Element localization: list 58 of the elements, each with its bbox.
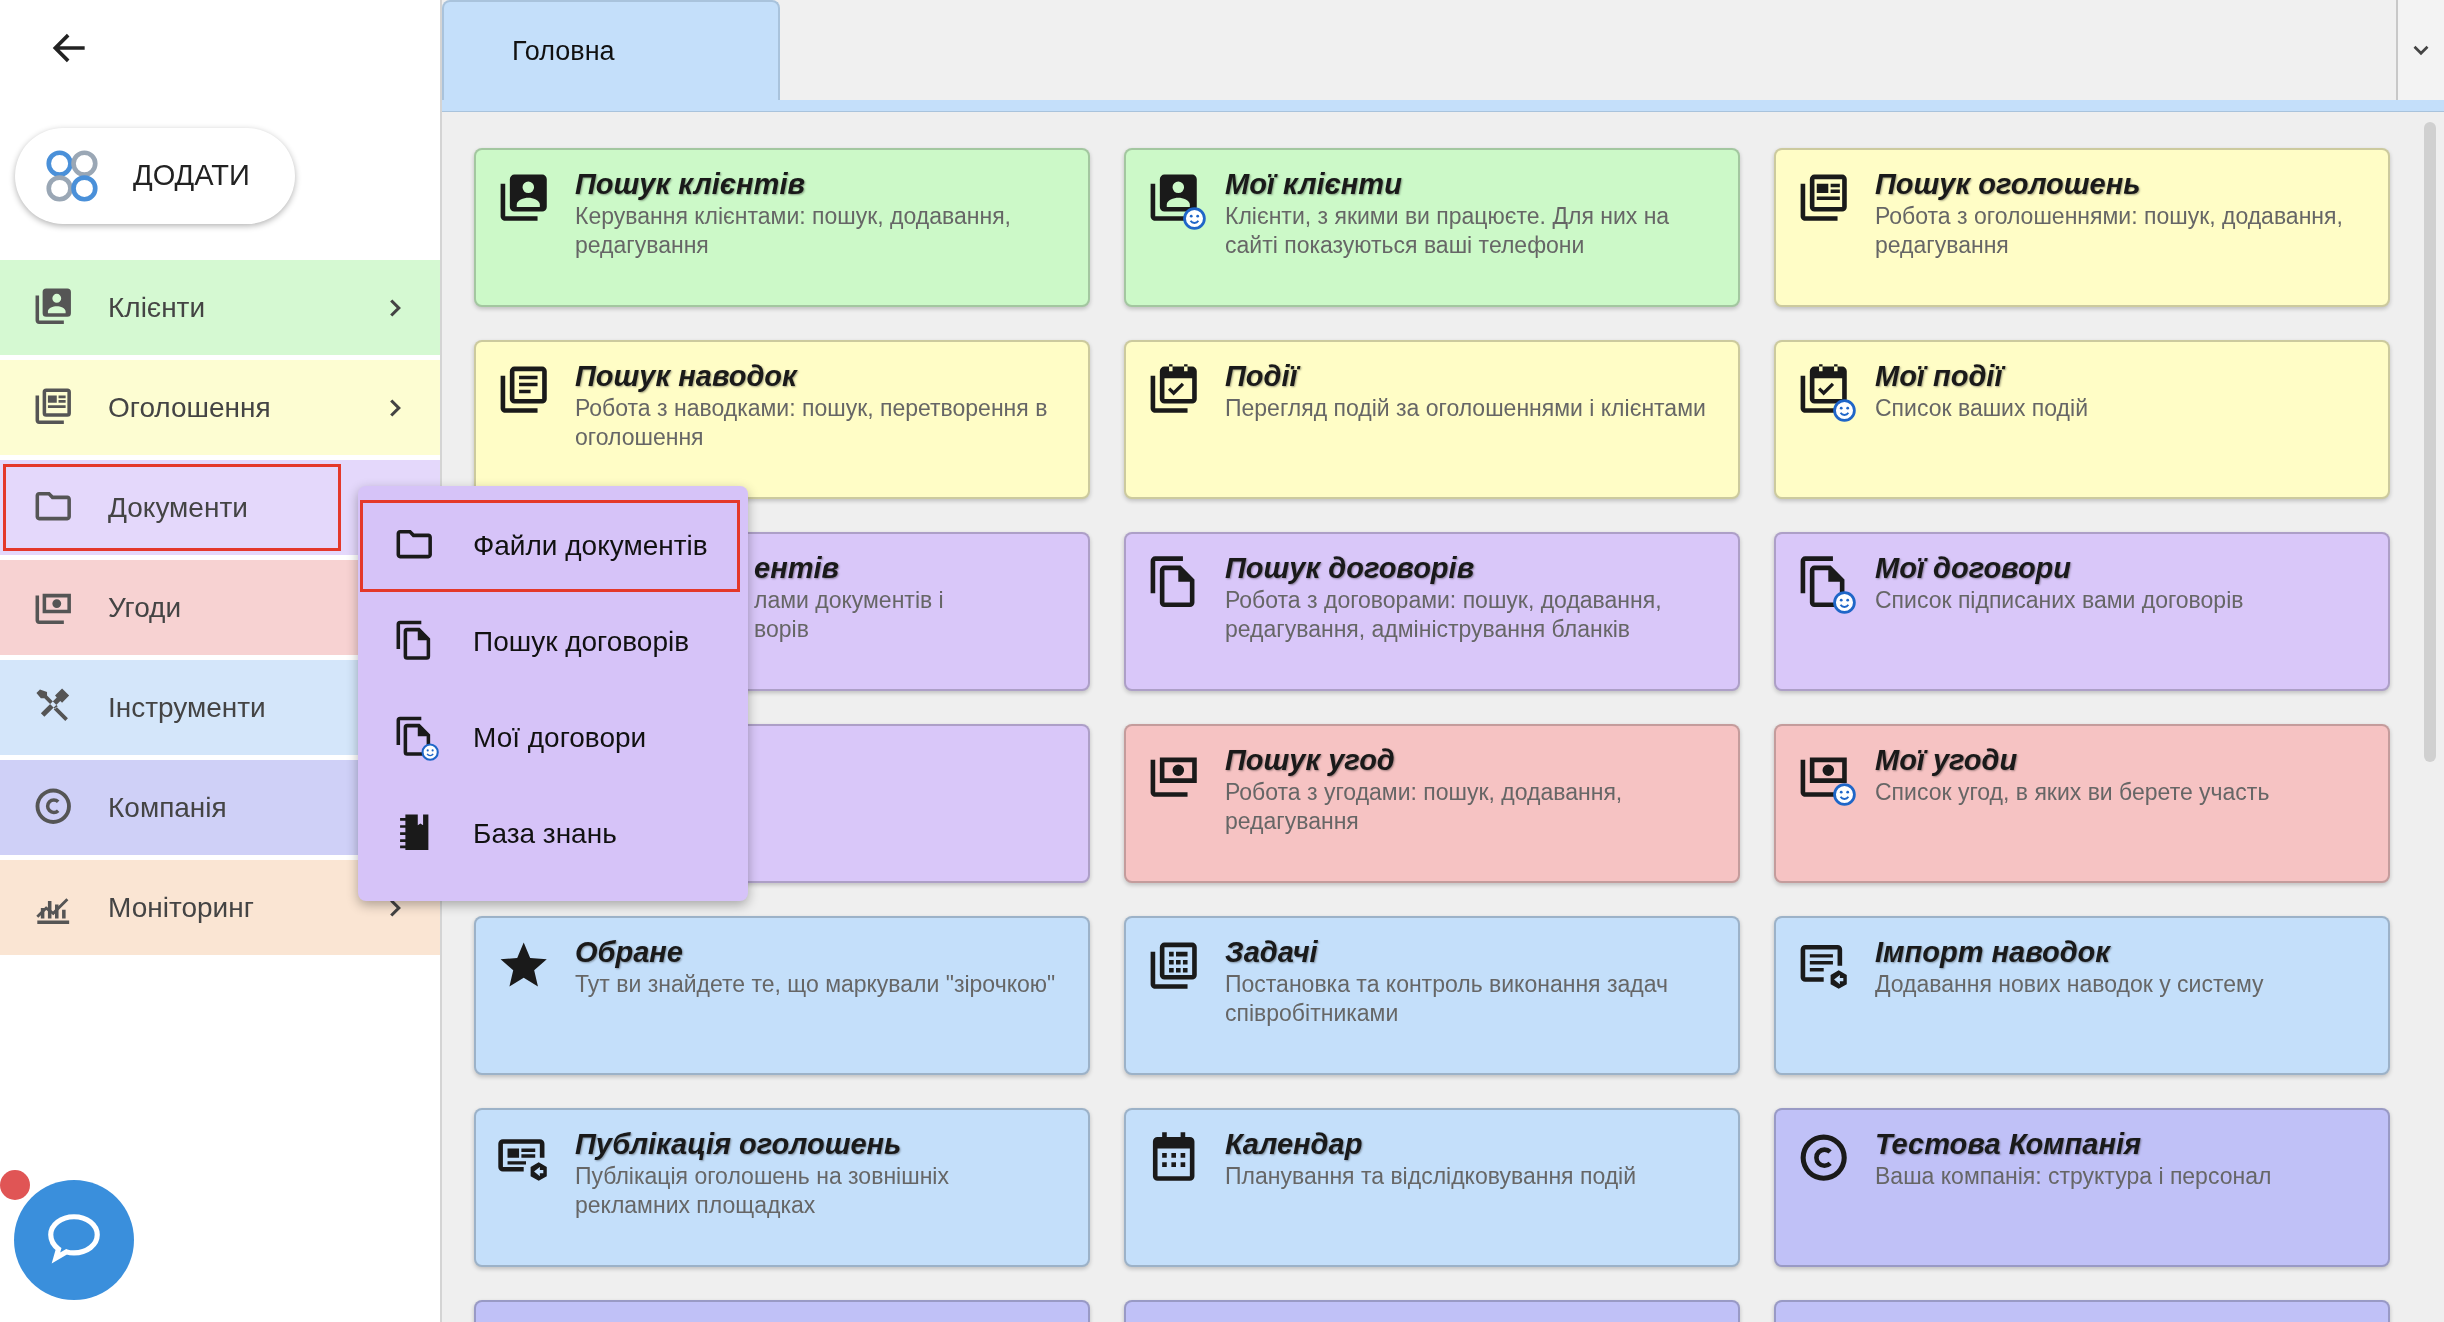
- card-title: Тестова Компанія: [1875, 1127, 2143, 1162]
- card-title: Пошук угод: [1225, 743, 1396, 778]
- card-description: лами документів і: [754, 586, 945, 615]
- card-description: Ваша компанія: структура і персонал: [1875, 1162, 2273, 1191]
- card[interactable]: Публікація оголошень Публікація оголошень на зовнішніх рекламних площадках: [474, 1108, 1090, 1267]
- card-description: Керування клієнтами: пошук, додавання, редагування: [575, 202, 1012, 260]
- card-title: Публікація оголошень: [575, 1127, 903, 1162]
- card[interactable]: Пошук наводок Робота з наводками: пошук, перетворення в оголошення: [474, 340, 1090, 499]
- tab[interactable]: Головна: [442, 0, 780, 100]
- card-title: Пошук клієнтів: [575, 167, 806, 202]
- card-description: Тут ви знайдете те, що маркували "зірочкою": [575, 970, 1057, 999]
- card-title: Імпорт наводок: [1875, 935, 2112, 970]
- card[interactable]: Мої клієнти Клієнти, з якими ви працюєте. Для них на сайті показуються ваші телефони: [1124, 148, 1740, 307]
- card[interactable]: Мої події Список ваших подій: [1774, 340, 2390, 499]
- card[interactable]: Пошук клієнтів Керування клієнтами: пошук, додавання, редагування: [474, 148, 1090, 307]
- card-title: Події: [1225, 358, 1720, 394]
- card-title: Задачі: [1225, 935, 1319, 970]
- card[interactable]: Тестова Компанія Ваша компанія: структура і персонал: [1774, 1108, 2390, 1267]
- card-title: Мої угоди: [1875, 743, 2019, 778]
- card-description: Перегляд подій за оголошеннями і клієнтами: [1225, 394, 1707, 423]
- card[interactable]: Пошук договорів Робота з договорами: пошук, додавання, редагування, адміністрування бланків: [1124, 532, 1740, 691]
- card-description: Робота з угодами: пошук, додавання, редагування: [1225, 778, 1624, 836]
- card-title: Пошук наводок: [575, 359, 799, 394]
- card[interactable]: Мої договори Список підписаних вами договорів: [1774, 532, 2390, 691]
- sidebar-item[interactable]: Оголошення: [0, 360, 440, 455]
- card-description: Клієнти, з якими ви працюєте. Для них на сайті показуються ваші телефони: [1225, 202, 1671, 260]
- sidebar-item[interactable]: Моніторинг: [0, 860, 440, 955]
- card-title: Календар: [1225, 1127, 1364, 1162]
- card-title: Мої події: [1875, 358, 2370, 394]
- card[interactable]: Мої угоди Список угод, в яких ви берете участь: [1774, 724, 2390, 883]
- card-title: Мої договори: [1875, 551, 2073, 586]
- card-description: Планування та відслідковування подій: [1225, 1162, 1638, 1191]
- card-description: Список угод, в яких ви берете участь: [1875, 778, 2271, 807]
- card-title: Пошук договорів: [1225, 551, 1476, 586]
- card-title: ентів: [754, 551, 840, 586]
- card[interactable]: Імпорт наводок Додавання нових наводок у систему: [1774, 916, 2390, 1075]
- card-title: Пошук оголошень: [1875, 167, 2142, 202]
- card[interactable]: Календар Планування та відслідковування подій: [1124, 1108, 1740, 1267]
- card-title: Обране: [575, 935, 684, 970]
- card-description: Список підписаних вами договорів: [1875, 586, 2245, 615]
- card[interactable]: Події Перегляд подій за оголошеннями і клієнтами: [1124, 340, 1740, 499]
- card-description: ворів: [754, 615, 810, 644]
- card-description: Публікація оголошень на зовнішніх рекламних площадках: [575, 1162, 950, 1220]
- card-title: Мої клієнти: [1225, 167, 1403, 202]
- card[interactable]: Обране Тут ви знайдете те, що маркували "зірочкою": [474, 916, 1090, 1075]
- submenu-item[interactable]: Файли документів: [360, 500, 740, 592]
- card-description: Робота з оголошеннями: пошук, додавання, редагування: [1875, 202, 2344, 260]
- card-description: Список ваших подій: [1875, 394, 2089, 423]
- card-description: Робота з наводками: пошук, перетворення в оголошення: [575, 394, 1049, 452]
- card[interactable]: Пошук оголошень Робота з оголошеннями: пошук, додавання, редагування: [1774, 148, 2390, 307]
- card-description: Робота з договорами: пошук, додавання, редагування, адміністрування бланків: [1225, 586, 1663, 644]
- card-description: Додавання нових наводок у систему: [1875, 970, 2265, 999]
- card[interactable]: Задачі Постановка та контроль виконання задач співробітниками: [1124, 916, 1740, 1075]
- card-description: Постановка та контроль виконання задач співробітниками: [1225, 970, 1669, 1028]
- add-button[interactable]: ДОДАТИ: [15, 128, 295, 224]
- sidebar-item[interactable]: Клієнти: [0, 260, 440, 355]
- scrollbar-thumb[interactable]: [2424, 122, 2436, 762]
- card[interactable]: Пошук угод Робота з угодами: пошук, додавання, редагування: [1124, 724, 1740, 883]
